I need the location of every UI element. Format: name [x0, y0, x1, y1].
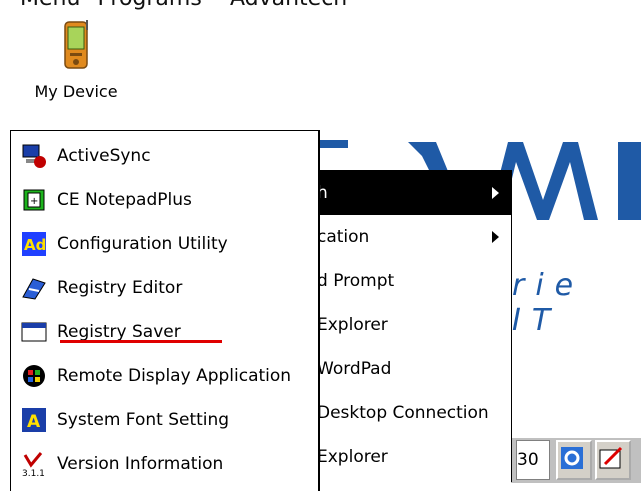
- taskbar-button-1[interactable]: [556, 440, 592, 480]
- pda-device-icon: [64, 20, 88, 69]
- taskbar-clock: 30: [516, 440, 550, 480]
- submenu-item-internet-explorer[interactable]: Explorer: [317, 435, 511, 479]
- logo-tagline: rie IT: [512, 268, 585, 338]
- font-setting-icon: A: [22, 408, 46, 432]
- svg-text:Ad: Ad: [24, 236, 46, 254]
- submenu-item-explorer[interactable]: Explorer: [317, 303, 511, 347]
- menu-item-remote-display[interactable]: Remote Display Application: [11, 355, 318, 397]
- remote-display-icon: [23, 365, 45, 387]
- activesync-icon: [22, 144, 46, 168]
- menu-item-configuration-utility[interactable]: Ad Configuration Utility: [11, 223, 318, 265]
- submenu-item-command-prompt[interactable]: d Prompt: [317, 259, 511, 303]
- submenu-item-wordpad[interactable]: WordPad: [317, 347, 511, 391]
- highlight-underline: [60, 340, 222, 343]
- config-utility-icon: Ad: [22, 232, 46, 256]
- my-device-shortcut[interactable]: My Device: [26, 20, 126, 101]
- submenu-item-communication[interactable]: cation: [317, 215, 511, 259]
- registry-editor-icon: [22, 278, 46, 300]
- menu-item-system-font-setting[interactable]: A System Font Setting: [11, 399, 318, 441]
- menu-item-activesync[interactable]: ActiveSync: [11, 135, 318, 177]
- svg-text:A: A: [27, 412, 41, 432]
- menu-item-registry-editor[interactable]: Registry Editor: [11, 267, 318, 309]
- submenu-item-remote-desktop[interactable]: Desktop Connection: [317, 391, 511, 435]
- version-info-icon: 3.1.1: [22, 452, 45, 477]
- taskbar-button-2[interactable]: [595, 440, 631, 480]
- programs-submenu: h cation d Prompt Explorer WordPad Deskt…: [317, 170, 512, 482]
- menu-item-registry-saver[interactable]: Registry Saver: [11, 311, 318, 353]
- submenu-item-advantech[interactable]: h: [317, 171, 511, 215]
- menu-item-ce-notepadplus[interactable]: + CE NotepadPlus: [11, 179, 318, 221]
- chevron-right-icon: [492, 187, 499, 199]
- registry-saver-icon: [21, 322, 47, 342]
- notepad-icon: +: [23, 189, 45, 211]
- page-caption: Menü "Programs"-"Advantech": [20, 0, 357, 11]
- my-device-label: My Device: [34, 82, 118, 101]
- advantech-menu: ActiveSync + CE NotepadPlus Ad Configura…: [10, 130, 320, 491]
- svg-text:3.1.1: 3.1.1: [22, 469, 45, 477]
- svg-text:+: +: [30, 196, 38, 207]
- edit-icon: [599, 446, 623, 469]
- refresh-icon: [561, 447, 583, 469]
- menu-item-version-information[interactable]: 3.1.1 Version Information: [11, 443, 318, 485]
- chevron-right-icon: [492, 231, 499, 243]
